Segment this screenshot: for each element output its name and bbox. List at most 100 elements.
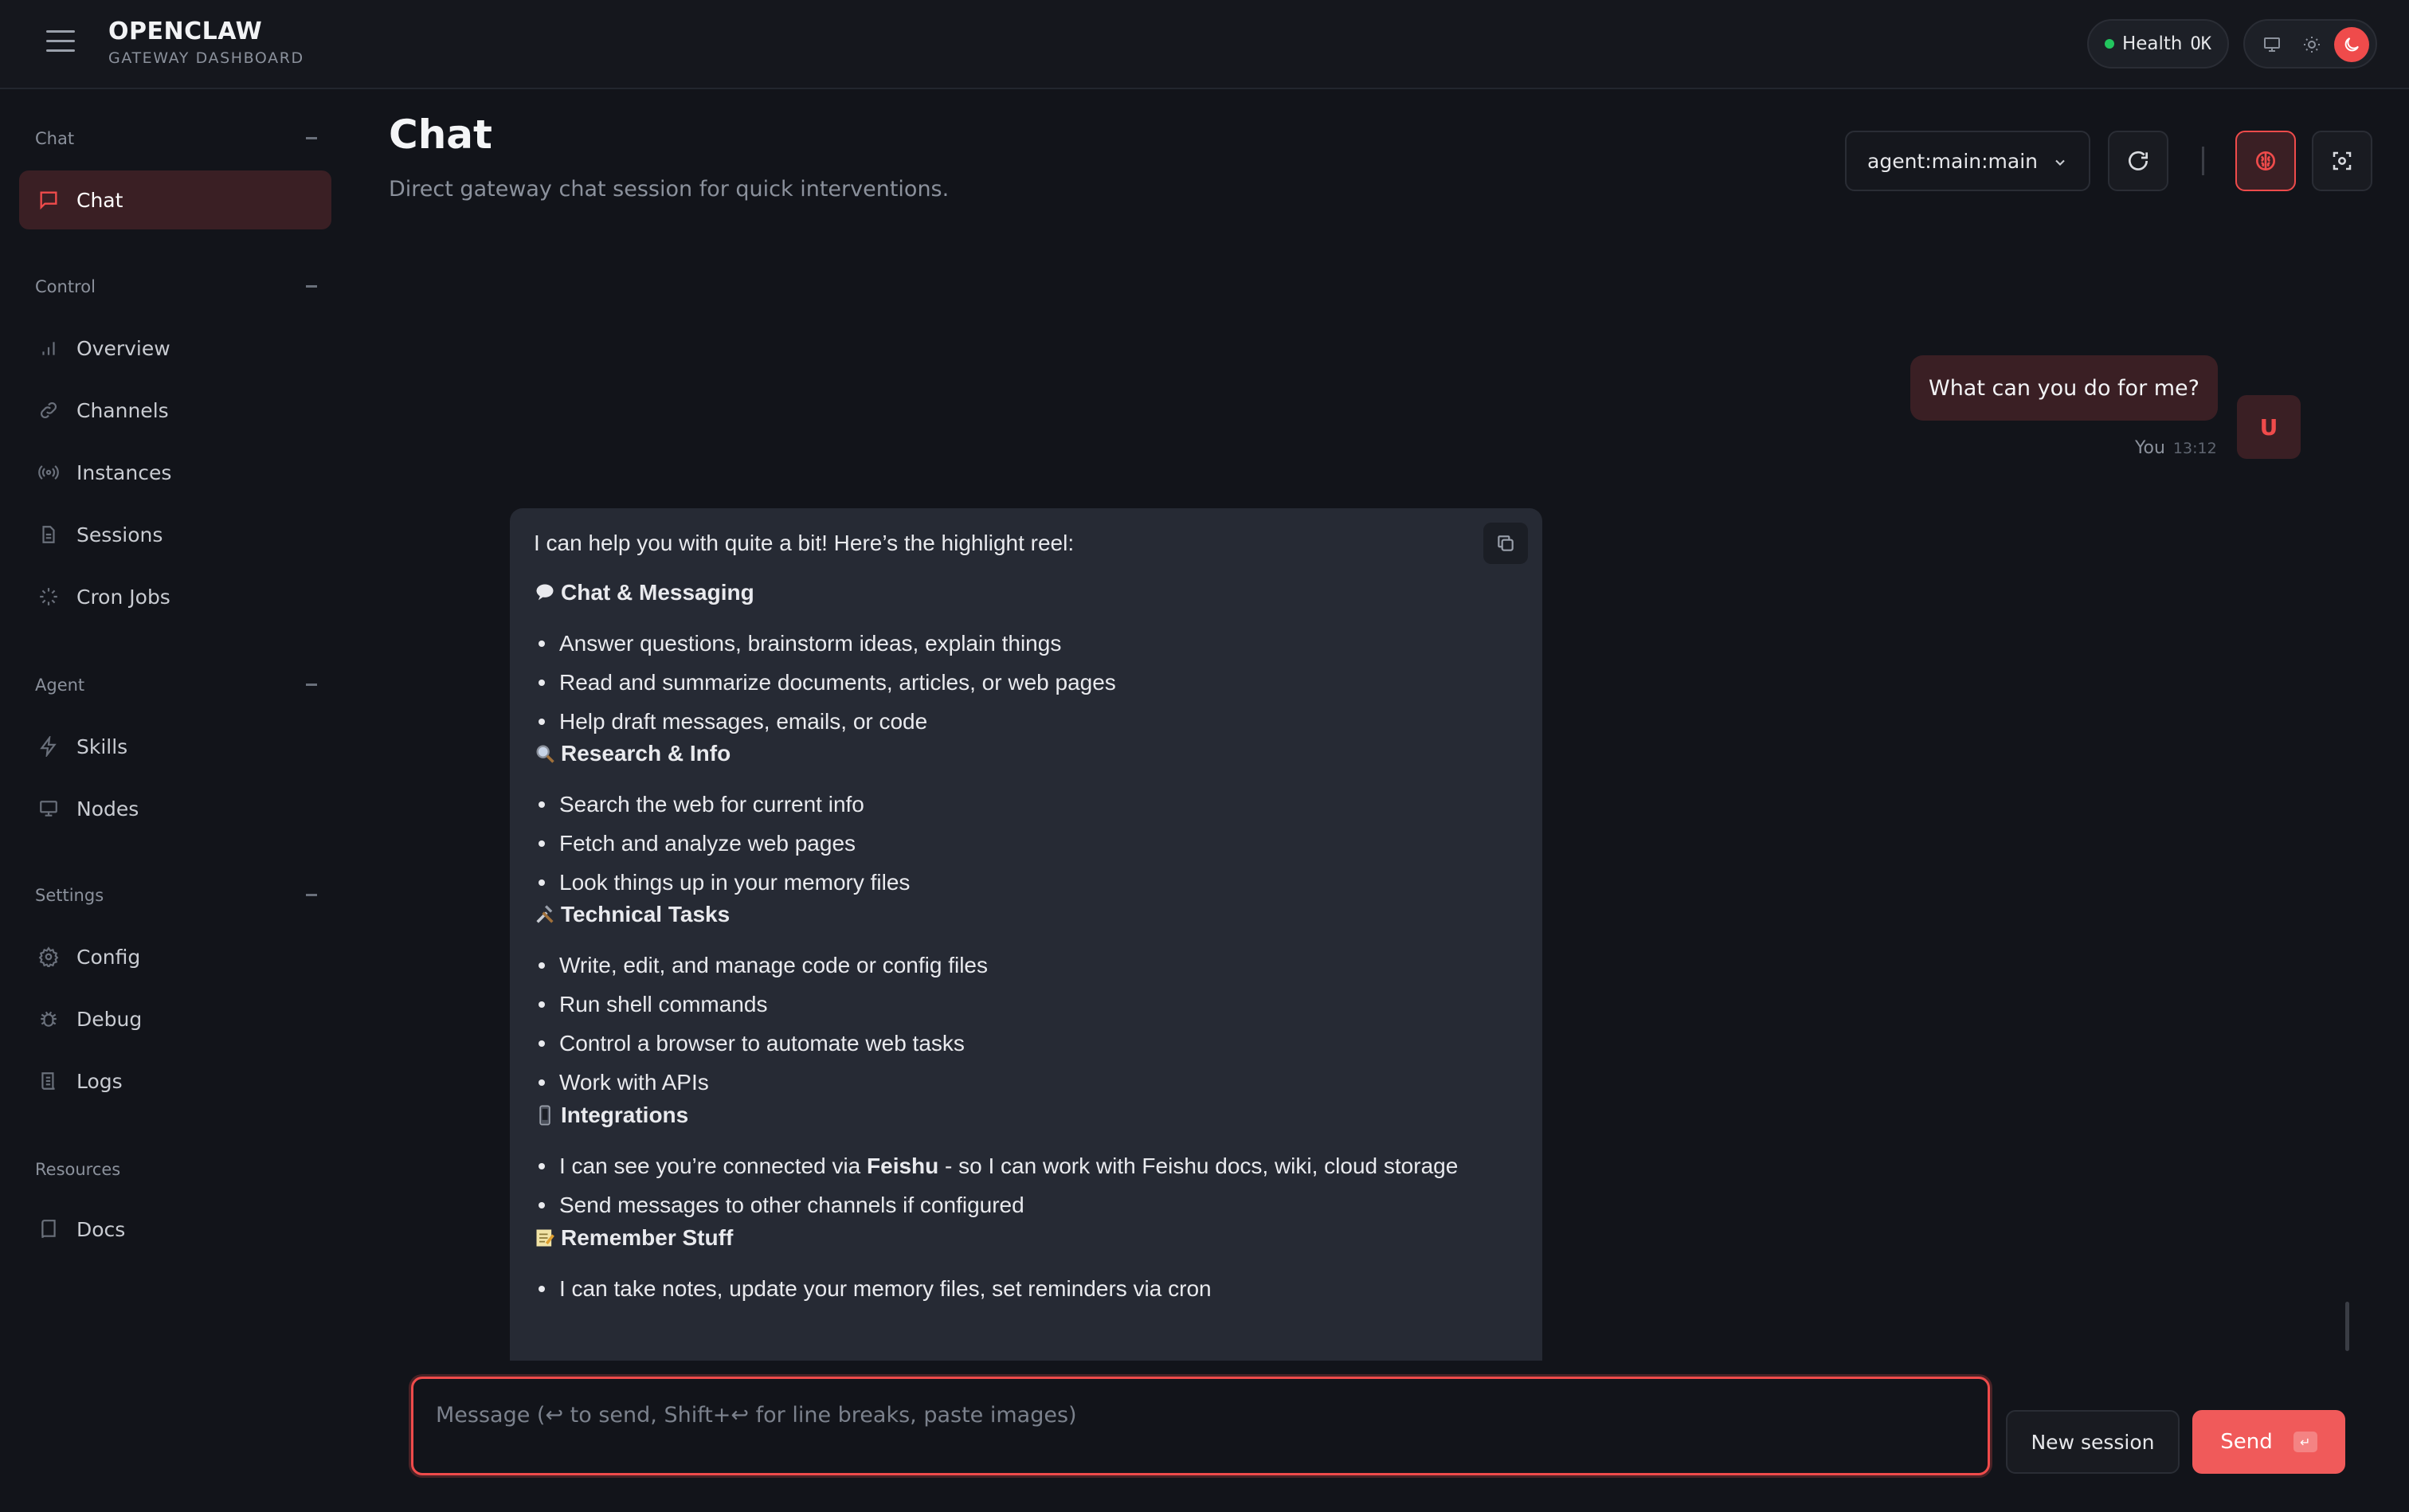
sidebar-item-label: Docs: [76, 1217, 126, 1241]
lightning-icon: [37, 734, 61, 758]
brain-icon: [2256, 151, 2275, 170]
thinking-toggle-button[interactable]: [2235, 131, 2296, 191]
sidebar-item-label: Debug: [76, 1007, 143, 1031]
sidebar-item-docs[interactable]: Docs: [19, 1200, 331, 1259]
copy-button[interactable]: [1483, 523, 1528, 564]
loader-icon: [37, 585, 61, 609]
list-item: Run shell commands: [539, 992, 767, 1017]
nav-group-label-control: Control: [35, 277, 96, 296]
collapse-icon[interactable]: [306, 894, 317, 896]
section-heading: Technical Tasks: [534, 902, 730, 927]
assistant-intro: I can help you with quite a bit! Here’s …: [534, 531, 1075, 555]
section-title: Chat & Messaging: [561, 580, 754, 605]
sidebar-item-sessions[interactable]: Sessions: [19, 505, 331, 564]
list-item-text: Send messages to other channels if confi…: [559, 1193, 1024, 1217]
sidebar-item-cron-jobs[interactable]: Cron Jobs: [19, 567, 331, 626]
sidebar-item-overview[interactable]: Overview: [19, 319, 331, 378]
sidebar-item-label: Config: [76, 945, 141, 969]
collapse-icon[interactable]: [306, 285, 317, 288]
brand-subtitle: GATEWAY DASHBOARD: [108, 49, 304, 67]
refresh-icon: [2129, 151, 2148, 170]
sidebar-item-label: Nodes: [76, 797, 139, 821]
page-subtitle: Direct gateway chat session for quick in…: [389, 177, 950, 202]
section-heading: Integrations: [534, 1103, 688, 1128]
speech-bubble-icon: [534, 582, 556, 604]
message-composer: [411, 1377, 1990, 1475]
chat-scrollbar[interactable]: [2345, 1302, 2349, 1351]
list-item-text: Run shell commands: [559, 992, 768, 1016]
moon-icon[interactable]: [2334, 27, 2369, 62]
sidebar-item-label: Sessions: [76, 523, 163, 546]
agent-session-select[interactable]: agent:main:main: [1845, 131, 2090, 191]
list-item: Look things up in your memory files: [539, 870, 910, 895]
list-item: Write, edit, and manage code or config f…: [539, 953, 988, 978]
sidebar-item-logs[interactable]: Logs: [19, 1052, 331, 1110]
collapse-icon[interactable]: [306, 684, 317, 686]
list-item: Answer questions, brainstorm ideas, expl…: [539, 631, 1061, 656]
focus-frame-icon: [2333, 151, 2352, 170]
sidebar-item-config[interactable]: Config: [19, 927, 331, 986]
system-theme-icon[interactable]: [2254, 27, 2290, 62]
sidebar-item-instances[interactable]: Instances: [19, 443, 331, 502]
sidebar-item-skills[interactable]: Skills: [19, 717, 331, 776]
copy-icon: [1498, 535, 1514, 551]
section-heading: Remember Stuff: [534, 1225, 733, 1251]
sidebar-item-label: Chat: [76, 188, 123, 212]
section-title: Technical Tasks: [561, 902, 731, 926]
menu-toggle-icon[interactable]: [46, 30, 75, 57]
list-item-text-part: I can see you’re connected via: [559, 1154, 868, 1178]
top-bar: OPENCLAW GATEWAY DASHBOARD Health OK: [0, 0, 2409, 89]
sidebar-item-channels[interactable]: Channels: [19, 381, 331, 440]
list-item-text: Work with APIs: [559, 1070, 709, 1095]
sidebar-item-label: Channels: [76, 398, 169, 422]
chevron-down-icon: [2055, 159, 2065, 166]
sidebar-item-debug[interactable]: Debug: [19, 989, 331, 1048]
scroll-icon: [37, 1069, 61, 1093]
health-status-dot: [2104, 39, 2114, 49]
refresh-button[interactable]: [2108, 131, 2168, 191]
list-item-text: I can take notes, update your memory fil…: [559, 1276, 1212, 1301]
health-badge: Health OK: [2087, 19, 2229, 69]
list-item: Read and summarize documents, articles, …: [539, 670, 1116, 695]
section-heading: Chat & Messaging: [534, 580, 754, 605]
focus-mode-button[interactable]: [2312, 131, 2372, 191]
link-icon: [37, 398, 61, 422]
agent-session-value: agent:main:main: [1867, 149, 2038, 173]
list-item: Work with APIs: [539, 1070, 709, 1095]
section-title: Remember Stuff: [561, 1225, 734, 1250]
list-item-text: I can see you’re connected via Feishu - …: [559, 1154, 1458, 1179]
sidebar: Chat Chat Control Overview Channels Inst…: [0, 89, 351, 1512]
enter-key-icon: ↵: [2293, 1432, 2317, 1452]
sidebar-item-chat[interactable]: Chat: [19, 170, 331, 229]
send-button[interactable]: Send ↵: [2192, 1410, 2345, 1474]
health-status: OK: [2190, 33, 2212, 54]
user-message-meta: You 13:12: [2135, 438, 2217, 458]
collapse-icon[interactable]: [306, 137, 317, 139]
toolbar-divider: [2202, 147, 2204, 175]
list-item-text: Write, edit, and manage code or config f…: [559, 953, 989, 977]
list-item-text: Answer questions, brainstorm ideas, expl…: [559, 631, 1062, 656]
list-item: Help draft messages, emails, or code: [539, 709, 927, 734]
user-avatar: U: [2237, 395, 2301, 459]
monitor-icon: [37, 797, 61, 821]
list-item-text: Fetch and analyze web pages: [559, 831, 856, 856]
new-session-button[interactable]: New session: [2006, 1410, 2180, 1474]
list-item-bold-text: Feishu: [867, 1154, 939, 1178]
section-title: Integrations: [561, 1103, 689, 1127]
nav-group-label-resources: Resources: [35, 1160, 121, 1179]
section-title: Research & Info: [561, 741, 731, 766]
list-item-text-part: - so I can work with Feishu docs, wiki, …: [938, 1154, 1459, 1178]
magnifier-icon: [534, 742, 556, 765]
section-heading: Research & Info: [534, 741, 731, 766]
list-item-text: Help draft messages, emails, or code: [559, 709, 928, 734]
sidebar-item-nodes[interactable]: Nodes: [19, 779, 331, 838]
sidebar-item-label: Overview: [76, 336, 170, 360]
message-input[interactable]: [420, 1385, 1981, 1467]
list-item-text: Control a browser to automate web tasks: [559, 1031, 965, 1056]
assistant-message-bubble: I can help you with quite a bit! Here’s …: [510, 508, 1542, 1361]
sun-icon[interactable]: [2294, 27, 2329, 62]
send-button-label: Send: [2220, 1430, 2273, 1454]
list-item-text: Read and summarize documents, articles, …: [559, 670, 1116, 695]
health-label: Health: [2121, 33, 2183, 54]
message-timestamp: 13:12: [2172, 440, 2217, 457]
